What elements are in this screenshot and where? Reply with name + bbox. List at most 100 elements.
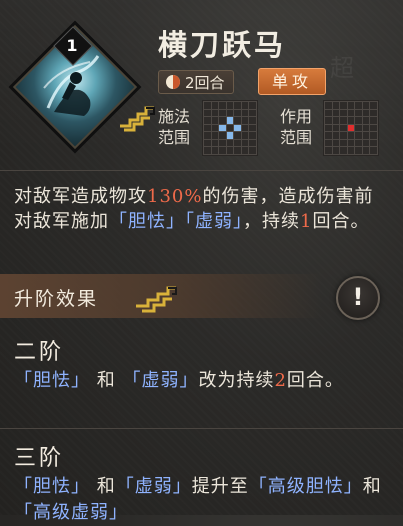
effect-range-label-line2: 范围: [280, 128, 313, 147]
range-cell: [332, 117, 340, 124]
info-button[interactable]: !: [336, 276, 380, 320]
range-cell: [204, 102, 211, 109]
effect-range-label: 作用 范围: [280, 106, 312, 148]
bracket: 」: [233, 211, 243, 232]
range-cell: [340, 124, 347, 132]
range-cell: [325, 132, 332, 139]
range-cell: [226, 117, 234, 124]
status-link-timid[interactable]: 胆怯: [128, 211, 166, 232]
bracket: 「: [14, 502, 33, 523]
skill-level: 1: [66, 36, 78, 55]
range-cell: [332, 132, 340, 139]
tier3-title: 三阶: [14, 446, 65, 471]
range-cell: [355, 139, 362, 147]
range-cell: [249, 117, 256, 124]
range-cell: [325, 102, 332, 109]
cloud-scroll-icon: [136, 286, 177, 313]
range-cell: [204, 139, 211, 147]
range-cell: [211, 109, 219, 117]
status-link-weak[interactable]: 虚弱: [135, 476, 173, 497]
skill-description: 对敌军造成物攻130%的伤害，造成伤害前对敌军施加「胆怯」「虚弱」，持续1回合。: [14, 184, 392, 234]
range-cell: [204, 147, 211, 154]
range-cell: [234, 139, 241, 147]
range-cell: [362, 139, 370, 147]
effect-range-label-line1: 作用: [280, 107, 313, 126]
range-cell: [325, 147, 332, 154]
bracket: 」: [166, 211, 185, 232]
range-cell: [211, 132, 219, 139]
tier-text: 回合。: [286, 370, 344, 391]
range-cell: [234, 102, 241, 109]
range-cell: [226, 139, 234, 147]
range-cell: [332, 109, 340, 117]
status-link-advanced-weak[interactable]: 高级虚弱: [33, 502, 109, 523]
tier-text: 改为持续: [198, 370, 275, 391]
damage-percent: 130%: [147, 186, 203, 207]
status-link-weak[interactable]: 虚弱: [141, 370, 179, 391]
upgrade-title: 升阶效果: [14, 288, 99, 310]
cooldown-pie-icon: [166, 75, 180, 89]
range-cell: [204, 132, 211, 139]
skill-name: 横刀跃马: [158, 28, 287, 62]
desc-text: 对敌军造成物攻: [14, 186, 147, 207]
range-cell: [340, 109, 347, 117]
bracket: 」: [71, 476, 90, 497]
range-cell: [249, 139, 256, 147]
range-cell: [234, 117, 241, 124]
status-link-advanced-timid[interactable]: 高级胆怯: [268, 476, 344, 497]
range-cell: [370, 117, 377, 124]
range-cell: [355, 102, 362, 109]
range-cell: [204, 109, 211, 117]
range-cell: [325, 124, 332, 132]
range-cell: [204, 117, 211, 124]
range-cell: [347, 132, 355, 139]
tier-divider: [0, 428, 403, 429]
range-cell: [370, 109, 377, 117]
range-cell: [219, 124, 226, 132]
range-cell: [325, 139, 332, 147]
range-cell: [226, 132, 234, 139]
desc-text: 回合。: [312, 211, 370, 232]
range-cell: [347, 124, 355, 132]
range-cell: [226, 124, 234, 132]
status-link-timid[interactable]: 胆怯: [33, 370, 71, 391]
range-cell: [362, 109, 370, 117]
bracket: 「: [248, 476, 268, 497]
cast-range-label-line1: 施法: [158, 107, 191, 126]
range-cell: [355, 132, 362, 139]
cast-range-label: 施法 范围: [158, 106, 190, 148]
range-cell: [219, 132, 226, 139]
effect-range-grid: [323, 100, 379, 156]
range-cell: [332, 124, 340, 132]
range-cell: [249, 132, 256, 139]
status-link-timid[interactable]: 胆怯: [33, 476, 71, 497]
range-cell: [347, 102, 355, 109]
range-cell: [370, 139, 377, 147]
range-cell: [340, 132, 347, 139]
range-cell: [347, 139, 355, 147]
range-cell: [219, 109, 226, 117]
range-cell: [204, 124, 211, 132]
range-cell: [355, 117, 362, 124]
range-cell: [362, 124, 370, 132]
bracket: 」: [71, 370, 90, 391]
range-cell: [211, 139, 219, 147]
range-cell: [249, 124, 256, 132]
range-cell: [226, 109, 234, 117]
duration-value: 2: [274, 370, 287, 391]
range-cell: [332, 139, 340, 147]
duration-value: 1: [300, 211, 313, 232]
status-link-weak[interactable]: 虚弱: [195, 211, 233, 232]
range-cell: [211, 102, 219, 109]
range-cell: [234, 147, 241, 154]
skill-icon-area: 1: [8, 20, 155, 154]
range-cell: [325, 109, 332, 117]
range-cell: [211, 117, 219, 124]
range-cell: [355, 147, 362, 154]
range-cell: [219, 102, 226, 109]
range-cell: [234, 124, 241, 132]
cast-range-label-line2: 范围: [158, 128, 191, 147]
range-cell: [347, 147, 355, 154]
range-cell: [249, 102, 256, 109]
range-cell: [219, 147, 226, 154]
